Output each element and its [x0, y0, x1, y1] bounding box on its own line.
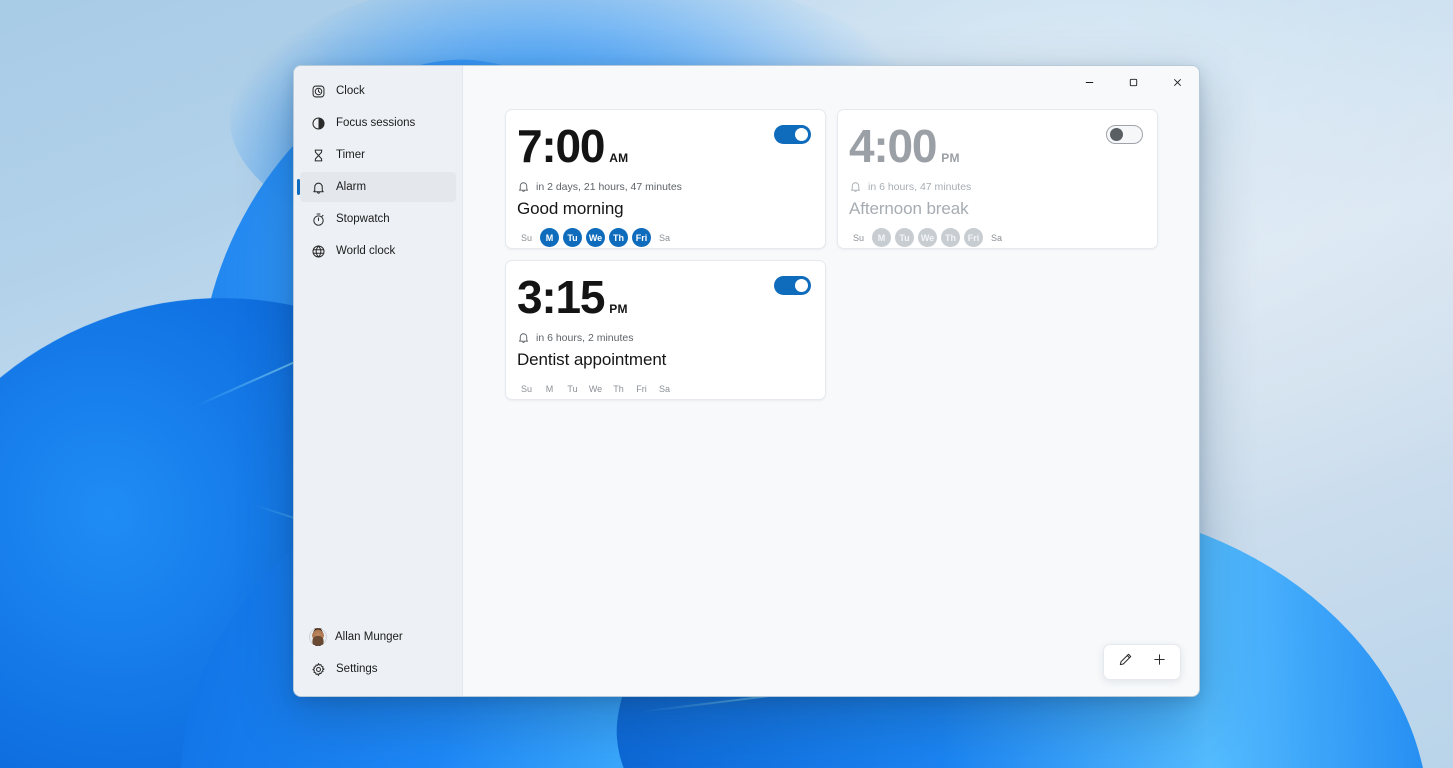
sidebar-item-settings[interactable]: Settings [300, 654, 456, 684]
desktop-wallpaper: Clock Focus sessions [0, 0, 1453, 768]
day-chip-su[interactable]: Su [517, 228, 536, 247]
alarm-time: 3:15 PM [517, 274, 811, 322]
alarm-meridiem: PM [609, 302, 627, 316]
edit-alarms-button[interactable] [1110, 648, 1140, 676]
day-chip-m[interactable]: M [540, 228, 559, 247]
stopwatch-icon [310, 211, 326, 227]
timer-icon [310, 147, 326, 163]
day-chip-th[interactable]: Th [609, 228, 628, 247]
day-chip-m[interactable]: M [872, 228, 891, 247]
day-chip-th[interactable]: Th [609, 379, 628, 398]
alarm-countdown-text: in 2 days, 21 hours, 47 minutes [536, 181, 682, 193]
title-bar [463, 66, 1199, 99]
day-chip-m[interactable]: M [540, 379, 559, 398]
day-chip-th[interactable]: Th [941, 228, 960, 247]
clock-icon [310, 83, 326, 99]
sidebar-item-label: Alarm [336, 181, 366, 193]
sidebar-item-clock[interactable]: Clock [300, 76, 456, 106]
sidebar-item-label: Timer [336, 149, 365, 161]
alarm-name: Dentist appointment [517, 350, 811, 370]
day-chip-fri[interactable]: Fri [964, 228, 983, 247]
alarm-time-value: 7:00 [517, 123, 604, 169]
alarm-bell-icon [310, 179, 326, 195]
alarm-days-row: Su M Tu We Th Fri Sa [849, 228, 1143, 247]
toggle-knob [1110, 128, 1123, 141]
bell-icon [517, 331, 530, 344]
clock-app-window: Clock Focus sessions [293, 65, 1200, 697]
sidebar-item-focus-sessions[interactable]: Focus sessions [300, 108, 456, 138]
day-chip-su[interactable]: Su [849, 228, 868, 247]
alarm-name: Afternoon break [849, 199, 1143, 219]
day-chip-we[interactable]: We [918, 228, 937, 247]
bell-icon [517, 180, 530, 193]
alarm-days-row: Su M Tu We Th Fri Sa [517, 379, 811, 398]
navigation-sidebar: Clock Focus sessions [294, 66, 463, 696]
gear-icon [310, 661, 326, 677]
day-chip-sa[interactable]: Sa [655, 228, 674, 247]
day-chip-we[interactable]: We [586, 228, 605, 247]
alarm-countdown: in 2 days, 21 hours, 47 minutes [517, 180, 811, 193]
alarm-time-value: 3:15 [517, 274, 604, 320]
maximize-button[interactable] [1111, 66, 1155, 98]
plus-icon [1152, 652, 1167, 672]
alarm-card[interactable]: 3:15 PM in 6 hours, 2 minutes Dentist ap… [505, 260, 826, 400]
sidebar-item-world-clock[interactable]: World clock [300, 236, 456, 266]
sidebar-bottom-group: Allan Munger Settings [294, 620, 462, 696]
alarm-meridiem: AM [609, 151, 628, 165]
pencil-icon [1118, 652, 1133, 672]
sidebar-item-timer[interactable]: Timer [300, 140, 456, 170]
day-chip-tu[interactable]: Tu [563, 379, 582, 398]
focus-sessions-icon [310, 115, 326, 131]
day-chip-tu[interactable]: Tu [563, 228, 582, 247]
alarm-countdown: in 6 hours, 2 minutes [517, 331, 811, 344]
day-chip-sa[interactable]: Sa [655, 379, 674, 398]
alarm-time: 7:00 AM [517, 123, 811, 171]
alarm-toggle[interactable] [774, 125, 811, 144]
alarm-name: Good morning [517, 199, 811, 219]
sidebar-item-alarm[interactable]: Alarm [300, 172, 456, 202]
alarm-meridiem: PM [941, 151, 959, 165]
add-alarm-button[interactable] [1144, 648, 1174, 676]
sidebar-item-stopwatch[interactable]: Stopwatch [300, 204, 456, 234]
sidebar-spacer [294, 268, 462, 620]
day-chip-fri[interactable]: Fri [632, 228, 651, 247]
day-chip-su[interactable]: Su [517, 379, 536, 398]
alarm-toggle[interactable] [774, 276, 811, 295]
day-chip-we[interactable]: We [586, 379, 605, 398]
world-clock-icon [310, 243, 326, 259]
bell-icon [849, 180, 862, 193]
sidebar-item-label: Clock [336, 85, 365, 97]
alarm-card[interactable]: 4:00 PM in 6 hours, 47 minutes Afternoon… [837, 109, 1158, 249]
main-content: 7:00 AM in 2 days, 21 hours, 47 minutes … [463, 66, 1199, 696]
alarm-days-row: Su M Tu We Th Fri Sa [517, 228, 811, 247]
toggle-knob [795, 128, 808, 141]
alarm-countdown: in 6 hours, 47 minutes [849, 180, 1143, 193]
alarm-actions-bar [1103, 644, 1181, 680]
sidebar-item-label: Focus sessions [336, 117, 415, 129]
alarm-time: 4:00 PM [849, 123, 1143, 171]
alarm-card-list: 7:00 AM in 2 days, 21 hours, 47 minutes … [463, 99, 1199, 400]
sidebar-item-label: World clock [336, 245, 395, 257]
alarm-toggle[interactable] [1106, 125, 1143, 144]
avatar [309, 628, 327, 646]
alarm-countdown-text: in 6 hours, 47 minutes [868, 181, 971, 193]
day-chip-sa[interactable]: Sa [987, 228, 1006, 247]
toggle-knob [795, 279, 808, 292]
alarm-time-value: 4:00 [849, 123, 936, 169]
sidebar-item-account[interactable]: Allan Munger [300, 622, 456, 652]
close-button[interactable] [1155, 66, 1199, 98]
day-chip-fri[interactable]: Fri [632, 379, 651, 398]
account-name-label: Allan Munger [335, 631, 403, 643]
minimize-button[interactable] [1067, 66, 1111, 98]
day-chip-tu[interactable]: Tu [895, 228, 914, 247]
alarm-countdown-text: in 6 hours, 2 minutes [536, 332, 633, 344]
sidebar-item-label: Stopwatch [336, 213, 390, 225]
alarm-card[interactable]: 7:00 AM in 2 days, 21 hours, 47 minutes … [505, 109, 826, 249]
sidebar-top-group: Clock Focus sessions [294, 74, 462, 268]
sidebar-item-label: Settings [336, 663, 378, 675]
